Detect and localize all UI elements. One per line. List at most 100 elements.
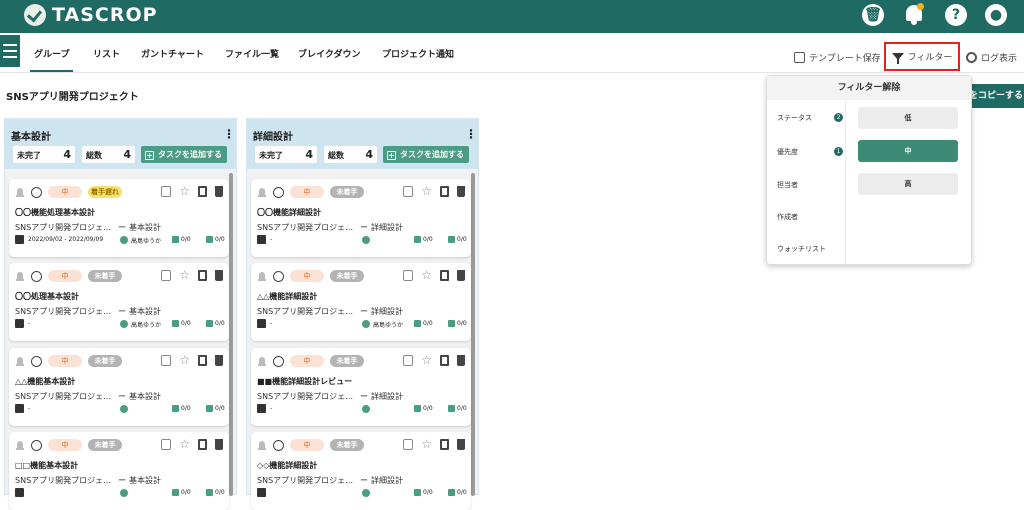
task-name[interactable]: 〇〇機能詳細設計 — [257, 207, 321, 218]
pin-icon[interactable] — [257, 440, 267, 451]
task-card[interactable]: 中 未着手 ☆ 〇〇処理基本設計 SNSアプリ開発プロジェ… ー 基本設計 - … — [9, 263, 229, 341]
pin-icon[interactable] — [257, 271, 267, 282]
copy-button[interactable]: をコピーする — [963, 84, 1024, 108]
pin-icon[interactable] — [15, 271, 25, 282]
complete-checkbox[interactable] — [273, 439, 284, 451]
like-icon[interactable] — [161, 270, 172, 281]
filter-category-watchlist[interactable]: ウォッチリスト — [777, 244, 826, 254]
pin-icon[interactable] — [15, 187, 25, 198]
tab-group[interactable]: グループ — [29, 47, 74, 72]
help-icon[interactable]: ? — [945, 4, 967, 26]
trash-icon[interactable] — [457, 270, 465, 281]
like-icon[interactable] — [403, 186, 414, 197]
like-icon[interactable] — [161, 439, 172, 450]
task-name[interactable]: ■■機能詳細設計レビュー — [257, 376, 352, 387]
copy-icon[interactable] — [440, 270, 449, 281]
trash-icon[interactable] — [215, 439, 223, 450]
template-save-button[interactable]: テンプレート保存 — [790, 44, 885, 70]
copy-icon[interactable] — [198, 186, 207, 197]
like-icon[interactable] — [403, 355, 414, 366]
trash-icon[interactable]: 🗑 — [862, 4, 884, 26]
copy-icon[interactable] — [198, 355, 207, 366]
clear-filter-button[interactable]: フィルター解除 — [767, 76, 971, 100]
star-icon[interactable]: ☆ — [179, 438, 190, 450]
task-name[interactable]: 〇〇処理基本設計 — [15, 291, 79, 302]
task-name[interactable]: △△機能詳細設計 — [257, 291, 317, 302]
tab-list[interactable]: リスト — [93, 47, 120, 60]
add-task-button[interactable]: + タスクを追加する — [141, 146, 227, 163]
task-card[interactable]: 中 未着手 ☆ 〇〇機能詳細設計 SNSアプリ開発プロジェ… ー 詳細設計 - … — [251, 179, 471, 257]
priority-option-high[interactable]: 高 — [858, 173, 958, 195]
like-icon[interactable] — [161, 186, 172, 197]
log-display-button[interactable]: ログ表示 — [962, 44, 1021, 70]
more-icon[interactable]: ⋮ — [465, 127, 477, 141]
filter-category-assignee[interactable]: 担当者 — [777, 180, 798, 190]
like-icon[interactable] — [403, 439, 414, 450]
subtask-count: 0/0 — [423, 236, 433, 243]
filter-category-creator[interactable]: 作成者 — [777, 212, 798, 222]
copy-icon[interactable] — [198, 270, 207, 281]
status-badge: 未着手 — [88, 270, 122, 282]
task-date: 2022/09/02 - 2022/09/09 — [28, 236, 104, 243]
tab-project-notify[interactable]: プロジェクト通知 — [382, 47, 454, 60]
copy-icon[interactable] — [198, 439, 207, 450]
scrollbar[interactable] — [471, 173, 475, 496]
trash-icon[interactable] — [215, 355, 223, 366]
menu-button[interactable] — [0, 35, 20, 67]
complete-checkbox[interactable] — [31, 439, 42, 451]
trash-icon[interactable] — [457, 355, 465, 366]
star-icon[interactable]: ☆ — [421, 185, 432, 197]
more-icon[interactable]: ⋮ — [223, 127, 235, 141]
trash-icon[interactable] — [457, 439, 465, 450]
tab-gantt[interactable]: ガントチャート — [141, 47, 204, 60]
complete-checkbox[interactable] — [273, 270, 284, 282]
complete-checkbox[interactable] — [273, 186, 284, 198]
scrollbar[interactable] — [229, 173, 233, 496]
like-icon[interactable] — [403, 270, 414, 281]
task-name[interactable]: △△機能基本設計 — [15, 376, 75, 387]
task-card[interactable]: 中 未着手 ☆ ■■機能詳細設計レビュー SNSアプリ開発プロジェ… ー 詳細設… — [251, 348, 471, 426]
complete-checkbox[interactable] — [31, 270, 42, 282]
priority-option-medium[interactable]: 中 — [858, 140, 958, 162]
like-icon[interactable] — [161, 355, 172, 366]
filter-category-priority[interactable]: 優先度 — [777, 147, 798, 157]
star-icon[interactable]: ☆ — [179, 269, 190, 281]
filter-button[interactable]: フィルター — [884, 42, 960, 71]
priority-option-low[interactable]: 低 — [858, 107, 958, 129]
trash-icon[interactable] — [215, 186, 223, 197]
user-icon[interactable]: ● — [985, 4, 1007, 26]
copy-icon[interactable] — [440, 439, 449, 450]
tab-files[interactable]: ファイル一覧 — [225, 47, 279, 60]
task-name[interactable]: 〇〇機能処理基本設計 — [15, 207, 95, 218]
complete-checkbox[interactable] — [273, 355, 284, 367]
copy-icon[interactable] — [440, 186, 449, 197]
filter-category-status[interactable]: ステータス — [777, 113, 812, 123]
task-card[interactable]: 中 未着手 ☆ □□機能基本設計 SNSアプリ開発プロジェ… ー 基本設計 0/… — [9, 432, 229, 510]
complete-checkbox[interactable] — [31, 186, 42, 198]
pin-icon[interactable] — [15, 440, 25, 451]
bell-icon[interactable] — [903, 3, 925, 27]
pin-icon[interactable] — [257, 187, 267, 198]
add-task-button[interactable]: + タスクを追加する — [383, 146, 469, 163]
pin-icon[interactable] — [257, 356, 267, 367]
task-name[interactable]: ◇◇機能詳細設計 — [257, 460, 317, 471]
trash-icon[interactable] — [215, 270, 223, 281]
pin-icon[interactable] — [15, 356, 25, 367]
complete-checkbox[interactable] — [31, 355, 42, 367]
priority-badge: 中 — [290, 186, 324, 198]
star-icon[interactable]: ☆ — [179, 354, 190, 366]
star-icon[interactable]: ☆ — [421, 269, 432, 281]
task-name[interactable]: □□機能基本設計 — [15, 460, 78, 471]
task-card[interactable]: 中 未着手 ☆ ◇◇機能詳細設計 SNSアプリ開発プロジェ… ー 詳細設計 0/… — [251, 432, 471, 510]
star-icon[interactable]: ☆ — [179, 185, 190, 197]
task-card[interactable]: 中 未着手 ☆ △△機能基本設計 SNSアプリ開発プロジェ… ー 基本設計 - … — [9, 348, 229, 426]
task-card[interactable]: 中 着手遅れ ☆ 〇〇機能処理基本設計 SNSアプリ開発プロジェ… ー 基本設計… — [9, 179, 229, 257]
star-icon[interactable]: ☆ — [421, 354, 432, 366]
trash-icon[interactable] — [457, 186, 465, 197]
task-card[interactable]: 中 未着手 ☆ △△機能詳細設計 SNSアプリ開発プロジェ… ー 詳細設計 - … — [251, 263, 471, 341]
assignee-name: 高島ゆうか — [373, 322, 404, 329]
star-icon[interactable]: ☆ — [421, 438, 432, 450]
tab-breakdown[interactable]: ブレイクダウン — [298, 47, 360, 60]
app-logo[interactable]: TASCROP — [24, 4, 158, 26]
copy-icon[interactable] — [440, 355, 449, 366]
